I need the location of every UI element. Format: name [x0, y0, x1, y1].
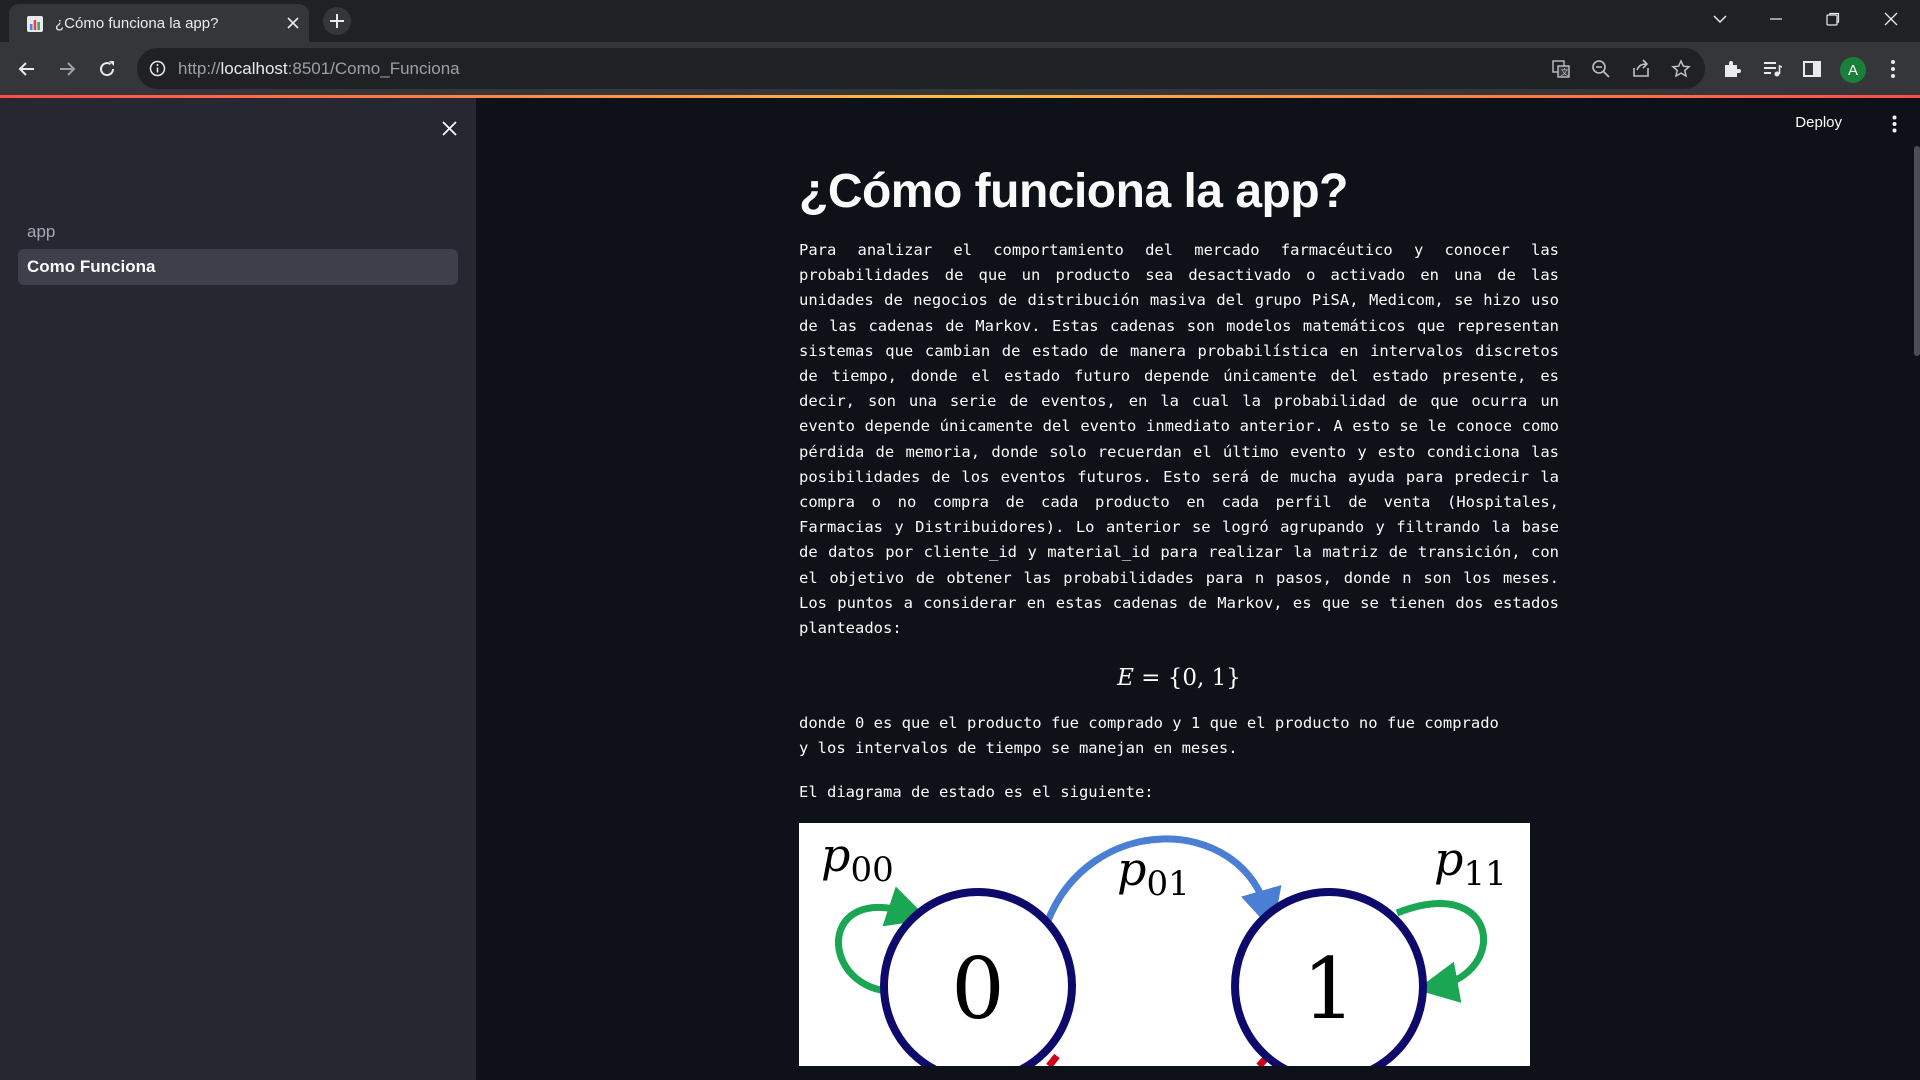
- main-content: ¿Cómo funciona la app? Para analizar el …: [799, 160, 1559, 1066]
- side-panel-icon[interactable]: [1795, 52, 1829, 86]
- page-title: ¿Cómo funciona la app?: [799, 165, 1349, 218]
- tab-close-icon[interactable]: [283, 13, 303, 33]
- sidebar-item-label: app: [27, 222, 56, 241]
- sidebar-item-como-funciona[interactable]: Como Funciona: [18, 249, 458, 285]
- state-1-label: 1: [1302, 940, 1355, 1038]
- browser-toolbar: http://localhost:8501/Como_Funciona 文 A: [0, 42, 1920, 95]
- new-tab-button[interactable]: [320, 6, 354, 36]
- chrome-menu-icon[interactable]: [1876, 52, 1910, 86]
- markov-state-diagram: 0 1 p00 p01 p11: [799, 822, 1530, 1066]
- p01-label: p01: [1117, 842, 1190, 904]
- tab-title: ¿Cómo funciona la app?: [55, 15, 219, 32]
- back-button[interactable]: [10, 52, 44, 86]
- profile-avatar[interactable]: A: [1840, 57, 1866, 83]
- forward-button[interactable]: [50, 52, 84, 86]
- address-bar[interactable]: http://localhost:8501/Como_Funciona 文: [137, 48, 1705, 89]
- browser-tab[interactable]: ¿Cómo funciona la app?: [9, 4, 309, 42]
- zoom-out-icon[interactable]: [1589, 57, 1613, 81]
- minimize-button[interactable]: [1756, 4, 1796, 34]
- kebab-menu-icon: [1892, 115, 1896, 133]
- close-icon: [441, 120, 457, 136]
- reload-icon: [100, 61, 115, 77]
- bookmark-star-icon[interactable]: [1669, 57, 1693, 81]
- diagram-intro-text: El diagrama de estado es el siguiente:: [799, 782, 1154, 801]
- arrow-right-icon: [60, 62, 76, 76]
- transition-10-arrow: [1046, 1053, 1060, 1066]
- browser-tabstrip: ¿Cómo funciona la app?: [0, 0, 1920, 42]
- streamlit-favicon-icon: [27, 16, 43, 32]
- tab-search-chevron-icon[interactable]: [1700, 4, 1740, 34]
- sidebar-close-button[interactable]: [436, 115, 462, 141]
- close-window-button[interactable]: [1871, 4, 1911, 34]
- sidebar: app Como Funciona: [0, 98, 476, 1080]
- p11-label: p11: [1434, 832, 1507, 894]
- state-0-label: 0: [951, 940, 1004, 1038]
- sidebar-item-label: Como Funciona: [27, 257, 156, 276]
- media-queue-icon[interactable]: [1755, 52, 1789, 86]
- main-area: Deploy ¿Cómo funciona la app? Para anali…: [476, 98, 1920, 1080]
- url-text: http://localhost:8501/Como_Funciona: [178, 59, 460, 78]
- deploy-button[interactable]: Deploy: [1795, 114, 1842, 131]
- p00-label: p00: [821, 828, 894, 890]
- extensions-puzzle-icon[interactable]: [1715, 52, 1749, 86]
- plus-icon: [323, 7, 351, 35]
- restore-button[interactable]: [1813, 4, 1853, 34]
- state-set-formula: E = {0, 1}: [1117, 665, 1241, 692]
- translate-icon[interactable]: 文: [1549, 57, 1573, 81]
- scrollbar[interactable]: [1914, 146, 1920, 356]
- sidebar-item-app[interactable]: app: [18, 214, 458, 250]
- intro-paragraph: Para analizar el comportamiento del merc…: [799, 241, 1559, 638]
- reload-button[interactable]: [90, 52, 124, 86]
- main-menu-button[interactable]: [1884, 112, 1904, 136]
- share-icon[interactable]: [1629, 57, 1653, 81]
- site-info-icon[interactable]: [149, 60, 166, 77]
- svg-text:文: 文: [1561, 67, 1569, 77]
- arrow-left-icon: [18, 62, 34, 76]
- states-description: donde 0 es que el producto fue comprado …: [799, 714, 1499, 758]
